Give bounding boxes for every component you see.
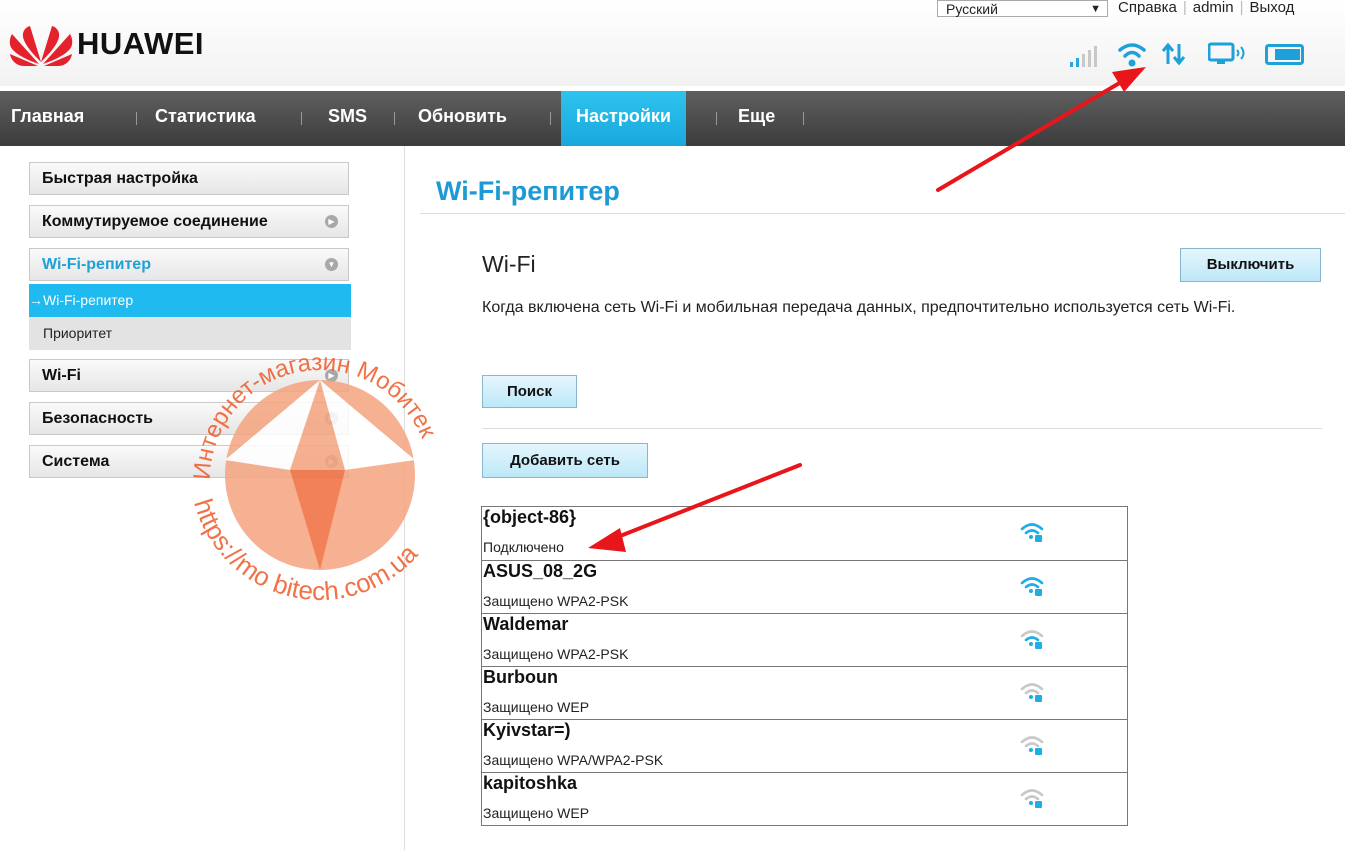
battery-icon — [1265, 44, 1304, 65]
wifi-locked-icon — [1020, 577, 1044, 596]
sidebar-item-dialup[interactable]: Коммутируемое соединение ▶ — [29, 205, 349, 238]
huawei-logo-icon — [9, 26, 73, 66]
chevron-right-icon: ▶ — [325, 369, 338, 382]
nav-home[interactable]: Главная — [11, 91, 84, 146]
watermark-text-bottom: https://mo bitech.com.ua — [188, 495, 423, 606]
network-list: {object-86} Подключено ASUS_08_2G Защище… — [481, 506, 1128, 826]
sidebar-subitem-wifi-repeater[interactable]: →Wi-Fi-репитер — [29, 284, 351, 317]
nav-divider — [550, 112, 551, 125]
signal-strength-icon — [1070, 46, 1097, 67]
network-name: ASUS_08_2G — [483, 561, 598, 581]
header-bar: Русский ▼ Справка | admin | Выход HUAWEI — [0, 0, 1345, 86]
brand-name: HUAWEI — [77, 26, 204, 61]
nav-statistics[interactable]: Статистика — [155, 91, 256, 146]
user-link[interactable]: admin — [1193, 0, 1234, 16]
sidebar-item-label: Система — [42, 453, 110, 470]
chevron-right-icon: ▶ — [325, 412, 338, 425]
divider: | — [1182, 0, 1187, 16]
network-row[interactable]: kapitoshka Защищено WEP — [482, 772, 1127, 825]
divider: | — [1239, 0, 1244, 16]
chevron-down-icon: ▼ — [1090, 3, 1101, 15]
wifi-status-icon[interactable] — [1117, 40, 1147, 68]
sidebar-item-wifi-repeater[interactable]: Wi-Fi-репитер ▼ — [29, 248, 349, 281]
section-title: Wi-Fi — [482, 251, 536, 277]
network-status: Защищено WPA2-PSK — [483, 593, 629, 609]
wifi-locked-icon — [1020, 683, 1044, 702]
svg-text:https://mo bitech.com.ua: https://mo bitech.com.ua — [188, 495, 423, 606]
network-status: Защищено WEP — [483, 805, 590, 821]
nav-divider — [803, 112, 804, 125]
wifi-locked-icon — [1020, 736, 1044, 755]
language-select[interactable]: Русский ▼ — [937, 0, 1108, 17]
network-row[interactable]: {object-86} Подключено — [482, 507, 1127, 560]
nav-divider — [136, 112, 137, 125]
message-icon[interactable] — [1208, 42, 1248, 66]
help-link[interactable]: Справка — [1118, 0, 1177, 16]
nav-update[interactable]: Обновить — [418, 91, 507, 146]
sidebar-subitem-label: Wi-Fi-репитер — [43, 292, 134, 308]
network-status: Подключено — [483, 539, 564, 555]
nav-divider — [301, 112, 302, 125]
sidebar-item-label: Wi-Fi — [42, 367, 81, 384]
wifi-locked-icon — [1020, 630, 1044, 649]
top-links: Справка | admin | Выход — [1118, 0, 1300, 16]
nav-more[interactable]: Еще — [738, 91, 775, 146]
search-button[interactable]: Поиск — [482, 375, 577, 408]
sidebar-item-label: Wi-Fi-репитер — [42, 256, 151, 273]
network-row[interactable]: Waldemar Защищено WPA2-PSK — [482, 613, 1127, 666]
nav-divider — [716, 112, 717, 125]
main-nav: Главная Статистика SMS Обновить Настройк… — [0, 91, 1345, 146]
network-row[interactable]: Kyivstar=) Защищено WPA/WPA2-PSK — [482, 719, 1127, 772]
sidebar-item-label: Коммутируемое соединение — [42, 213, 268, 230]
network-status: Защищено WEP — [483, 699, 590, 715]
network-name: kapitoshka — [483, 773, 578, 793]
sidebar-item-system[interactable]: Система ▶ — [29, 445, 349, 478]
network-status: Защищено WPA2-PSK — [483, 646, 629, 662]
data-transfer-icon — [1161, 42, 1186, 66]
sidebar-item-wifi[interactable]: Wi-Fi ▶ — [29, 359, 349, 392]
network-name: {object-86} — [483, 507, 577, 527]
page-title: Wi-Fi-репитер — [436, 176, 620, 206]
network-name: Burboun — [483, 667, 558, 687]
network-name: Kyivstar=) — [483, 720, 571, 740]
wifi-locked-icon — [1020, 789, 1044, 808]
sidebar-item-label: Безопасность — [42, 410, 153, 427]
chevron-right-icon: ▶ — [325, 215, 338, 228]
network-name: Waldemar — [483, 614, 569, 634]
sidebar-subitem-priority[interactable]: Приоритет — [29, 317, 351, 350]
arrow-right-icon: → — [29, 292, 43, 308]
toggle-off-button[interactable]: Выключить — [1180, 248, 1321, 282]
language-value: Русский — [946, 1, 998, 17]
nav-sms[interactable]: SMS — [328, 91, 367, 146]
wifi-locked-icon — [1020, 523, 1044, 542]
sidebar-item-label: Быстрая настройка — [42, 170, 198, 187]
divider — [420, 213, 1345, 214]
divider — [482, 428, 1322, 429]
nav-settings[interactable]: Настройки — [561, 91, 686, 146]
chevron-right-icon: ▶ — [325, 455, 338, 468]
sidebar-item-security[interactable]: Безопасность ▶ — [29, 402, 349, 435]
network-row[interactable]: ASUS_08_2G Защищено WPA2-PSK — [482, 560, 1127, 613]
chevron-down-icon: ▼ — [325, 258, 338, 271]
nav-divider — [394, 112, 395, 125]
add-network-button[interactable]: Добавить сеть — [482, 443, 648, 478]
logout-link[interactable]: Выход — [1250, 0, 1295, 16]
network-row[interactable]: Burboun Защищено WEP — [482, 666, 1127, 719]
sidebar-subitem-label: Приоритет — [43, 325, 113, 341]
sidebar-divider — [404, 146, 405, 850]
sidebar-item-quick-setup[interactable]: Быстрая настройка — [29, 162, 349, 195]
network-status: Защищено WPA/WPA2-PSK — [483, 752, 664, 768]
wifi-description: Когда включена сеть Wi-Fi и мобильная пе… — [482, 299, 1236, 316]
